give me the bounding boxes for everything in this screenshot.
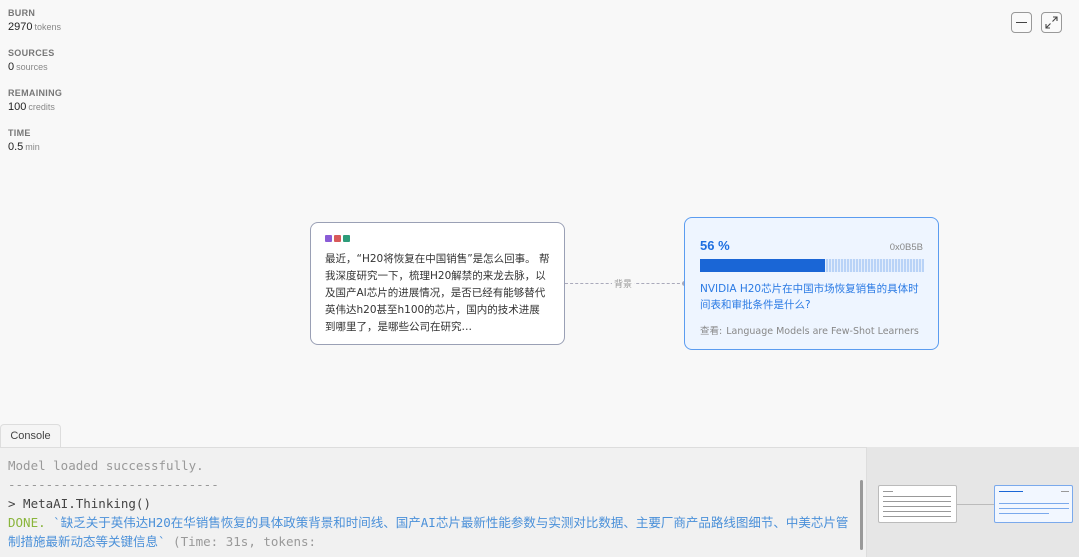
minimap-query-node <box>878 485 957 523</box>
minimap-text-line <box>999 491 1023 492</box>
minimap-text-line <box>999 503 1069 504</box>
stat-burn: BURN 2970 tokens <box>8 8 62 34</box>
console-divider: ---------------------------- <box>8 477 219 492</box>
stat-value: 2970 <box>8 21 33 33</box>
console-output: Model loaded successfully. -------------… <box>0 447 866 557</box>
time-info: (Time: 31s, tokens: <box>165 534 317 549</box>
stat-time: TIME 0.5 min <box>8 128 62 154</box>
console-result: DONE. `缺乏关于英伟达H20在华销售恢复的具体政策背景和时间线、国产AI芯… <box>8 513 858 551</box>
minimap-text-line <box>883 501 951 502</box>
minimap-text-line <box>883 516 951 517</box>
color-tag-purple <box>325 235 332 242</box>
color-tag-red <box>334 235 341 242</box>
stat-unit: credits <box>28 102 55 112</box>
stats-panel: BURN 2970 tokens SOURCES 0 sources REMAINI… <box>8 8 62 168</box>
minimap[interactable] <box>866 447 1079 557</box>
console-line: Model loaded successfully. <box>8 458 204 473</box>
progress-percent: 56 % <box>700 238 730 253</box>
node-code: 0x0B5B <box>889 242 923 253</box>
stat-sources: SOURCES 0 sources <box>8 48 62 74</box>
query-text: 最近，“H20将恢复在中国销售”是怎么回事。 帮我深度研究一下，梳理H20解禁的… <box>325 253 550 333</box>
minimize-icon <box>1016 22 1027 23</box>
stat-label: REMAINING <box>8 88 63 98</box>
reference-label: 查看: <box>700 326 723 337</box>
console-scrollbar[interactable] <box>860 480 863 550</box>
task-title: NVIDIA H20芯片在中国市场恢复销售的具体时间表和审批条件是什么? <box>700 283 919 311</box>
minimap-text-line <box>883 491 893 492</box>
expand-icon <box>1045 16 1058 29</box>
minimap-text-line <box>883 496 951 497</box>
reference: 查看: Language Models are Few-Shot Learners <box>700 323 923 337</box>
tab-console[interactable]: Console <box>0 424 61 447</box>
minimap-text-line <box>999 508 1069 509</box>
done-label: DONE. <box>8 515 46 530</box>
stat-value: 0.5 <box>8 141 24 153</box>
stat-remaining: REMAINING 100 credits <box>8 88 62 114</box>
stat-value: 100 <box>8 101 27 113</box>
edge-label: 背景 <box>612 277 635 290</box>
minimap-edge <box>957 504 994 505</box>
minimap-text-line <box>1061 491 1069 492</box>
query-node[interactable]: 最近，“H20将恢复在中国销售”是怎么回事。 帮我深度研究一下，梳理H20解禁的… <box>310 222 565 345</box>
color-tag-green <box>343 235 350 242</box>
minimap-text-line <box>883 506 951 507</box>
minimap-text-line <box>999 513 1049 514</box>
stat-label: BURN <box>8 8 36 18</box>
stat-value: 0 <box>8 61 15 73</box>
task-node[interactable]: 56 % 0x0B5B NVIDIA H20芯片在中国市场恢复销售的具体时间表和… <box>684 217 939 350</box>
stat-unit: sources <box>16 62 48 72</box>
minimize-button[interactable] <box>1011 12 1032 33</box>
console-command: > MetaAI.Thinking() <box>8 496 151 511</box>
expand-button[interactable] <box>1041 12 1062 33</box>
stat-unit: min <box>25 142 40 152</box>
reference-value[interactable]: Language Models are Few-Shot Learners <box>726 326 919 337</box>
color-tags <box>325 235 550 242</box>
stat-label: SOURCES <box>8 48 55 58</box>
stat-label: TIME <box>8 128 31 138</box>
progress-bar <box>700 259 924 272</box>
done-message: `缺乏关于英伟达H20在华销售恢复的具体政策背景和时间线、国产AI芯片最新性能参… <box>8 515 849 549</box>
progress-fill <box>700 259 826 272</box>
minimap-task-node <box>994 485 1073 523</box>
stat-unit: tokens <box>34 22 62 32</box>
minimap-text-line <box>883 511 951 512</box>
